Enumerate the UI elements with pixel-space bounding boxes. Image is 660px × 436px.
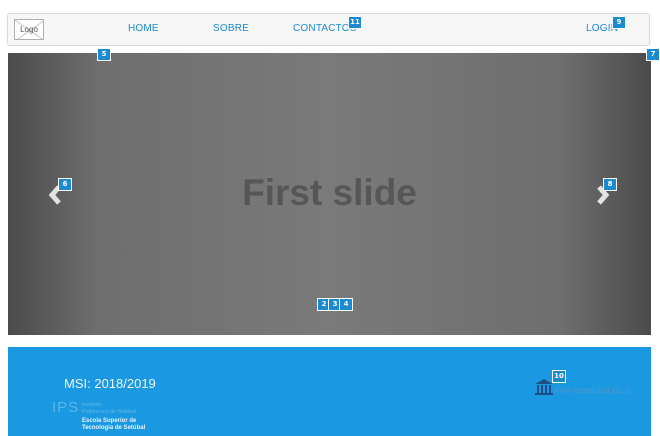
image-carousel[interactable]: First slide [8, 53, 651, 335]
badge-6: 6 [58, 178, 72, 191]
ips-line-1: Instituto [82, 402, 102, 408]
badge-4: 4 [339, 298, 353, 311]
badge-7: 7 [646, 48, 660, 61]
badge-8: 8 [603, 178, 617, 191]
badge-10: 10 [552, 370, 566, 383]
badge-5: 5 [97, 48, 111, 61]
nav-link-sobre[interactable]: SOBRE [213, 23, 249, 34]
nav-link-home[interactable]: HOME [128, 23, 159, 34]
badge-11: 11 [348, 16, 362, 29]
ips-line-3: Escola Superior de [82, 418, 137, 424]
ips-mark: IPS [52, 399, 80, 416]
ips-logo: IPS Instituto Politécnico de Setúbal Esc… [52, 399, 192, 435]
logo-image[interactable]: Logo [14, 19, 44, 40]
building-icon [535, 379, 553, 395]
slide-caption: First slide [242, 172, 417, 213]
msi-year-label: MSI: 2018/2019 [64, 376, 156, 391]
page-footer: MSI: 2018/2019 IPS Instituto Politécnico… [8, 347, 651, 436]
ips-line-2: Politécnico de Setúbal [82, 409, 137, 415]
ips-line-4: Tecnologia de Setúbal [82, 425, 146, 431]
badge-9: 9 [612, 16, 626, 29]
logo-label: Logo [20, 25, 38, 34]
top-navbar: Logo HOME SOBRE CONTACTOS LOGIN [7, 13, 650, 46]
school-site-url[interactable]: www.estsetubal.ips.pt [554, 386, 631, 395]
school-site-link[interactable]: www.estsetubal.ips.pt [534, 377, 646, 395]
